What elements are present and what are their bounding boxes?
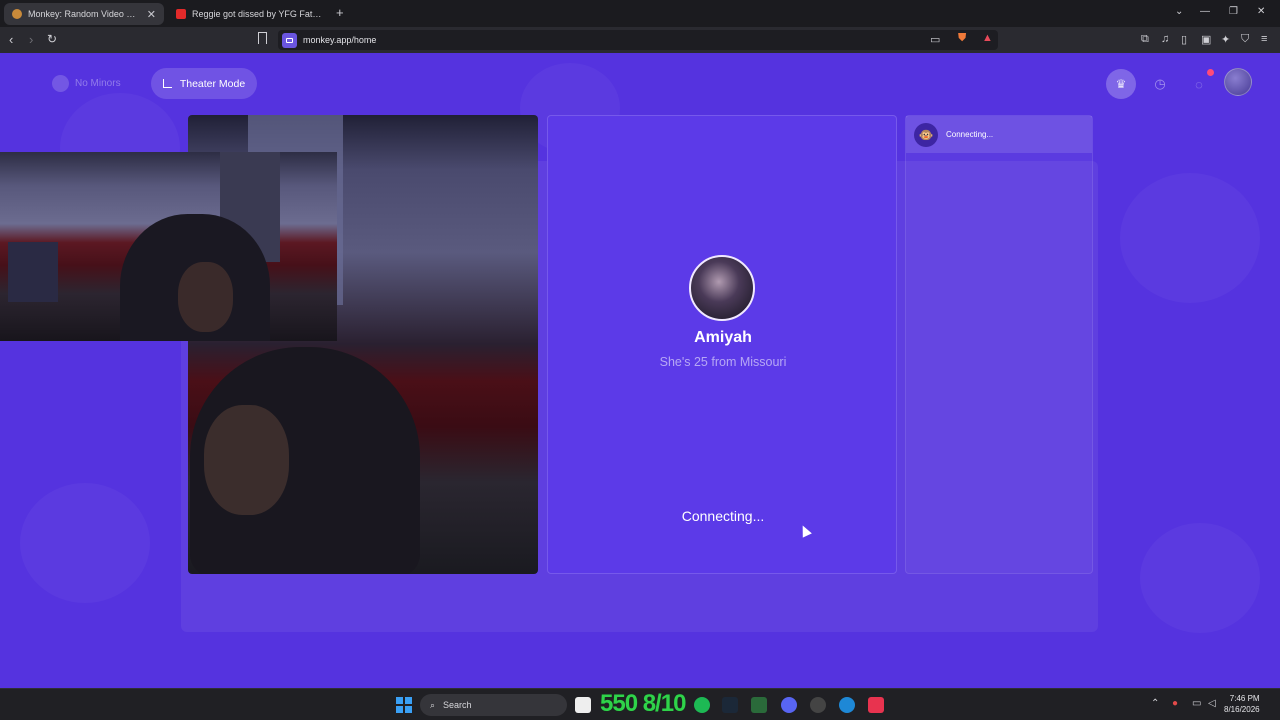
tab-title: Monkey: Random Video Chat [28, 9, 141, 19]
browser-tab-strip: Monkey: Random Video Chat ✕ Reggie got d… [0, 0, 1280, 27]
tab-title: Reggie got dissed by YFG Fatso 😂😂 [192, 8, 325, 19]
discord-icon[interactable] [781, 697, 797, 713]
reload-icon[interactable]: ↻ [47, 32, 57, 46]
tab-youtube[interactable]: Reggie got dissed by YFG Fatso 😂😂 [168, 3, 333, 25]
clock-date: 8/16/2026 [1224, 705, 1260, 714]
youtube-favicon-icon [176, 9, 186, 19]
taskbar-search[interactable]: ⌕ Search [420, 694, 567, 716]
maximize-icon[interactable]: ❐ [1229, 6, 1238, 17]
windows-start-icon[interactable] [396, 697, 412, 713]
browser-toolbar: ‹ › ↻ monkey.app/home ▭ ⛊ ▲ ⧉ ♫ ▯ ▣ ✦ ⛉ … [0, 27, 1280, 53]
address-bar[interactable]: monkey.app/home [278, 30, 998, 50]
media-icon[interactable]: ♫ [1161, 33, 1169, 45]
cast-icon[interactable]: ▭ [930, 33, 940, 46]
volume-icon[interactable]: ◁ [1208, 698, 1216, 709]
stranger-description: She's 25 from Missouri [659, 355, 787, 369]
leo-ai-icon[interactable]: ✦ [1221, 33, 1230, 46]
show-hidden-icons[interactable]: ⌃ [1151, 698, 1159, 709]
connecting-status: Connecting... [681, 508, 765, 524]
new-tab-button[interactable]: + [336, 5, 344, 20]
stranger-avatar [689, 255, 755, 321]
search-icon: ⌕ [430, 699, 436, 710]
person-face [178, 262, 233, 332]
windows-taskbar: ⌕ Search 550 8/10 ⌃ ● ▭ ◁ 7:46 PM 8/16/2… [0, 688, 1280, 720]
site-info-icon[interactable] [282, 32, 297, 48]
webcam-overlay [0, 152, 337, 341]
vpn-icon[interactable]: ⛉ [1241, 33, 1249, 46]
monkey-favicon-icon [12, 9, 22, 19]
tab-monkey[interactable]: Monkey: Random Video Chat ✕ [4, 3, 164, 25]
obs-icon[interactable] [810, 697, 826, 713]
tiktok-icon[interactable] [868, 697, 884, 713]
chat-status-text: Connecting... [946, 130, 994, 139]
person-face [204, 405, 289, 515]
forward-icon[interactable]: › [29, 32, 33, 47]
shield-icon [52, 74, 69, 92]
network-icon[interactable]: ▭ [1192, 698, 1201, 709]
monkey-icon: 🐵 [914, 122, 938, 147]
sidebar-icon[interactable]: ▯ [1181, 33, 1187, 46]
edge-icon[interactable] [839, 697, 855, 713]
minimize-icon[interactable]: — [1200, 6, 1210, 17]
no-minors-toggle[interactable]: No Minors [44, 68, 129, 98]
youtube-app-icon[interactable] [575, 697, 591, 713]
microphone-icon[interactable]: ● [1172, 698, 1178, 709]
theater-mode-button[interactable]: Theater Mode [151, 68, 257, 99]
back-icon[interactable]: ‹ [9, 32, 13, 47]
background-blob [1140, 523, 1260, 633]
bookmark-icon[interactable] [258, 32, 267, 44]
chevron-down-icon[interactable]: ⌄ [1175, 6, 1183, 17]
stranger-panel: Amiyah She's 25 from Missouri Connecting… [547, 115, 897, 574]
chat-panel: 🐵 Connecting... [905, 115, 1093, 574]
brave-shield-icon[interactable]: ⛊ [958, 32, 966, 45]
stream-overlay-counter: 550 8/10 [600, 690, 686, 717]
background-blob [1120, 173, 1260, 303]
background-shelf [8, 242, 58, 302]
close-tab-icon[interactable]: ✕ [147, 8, 156, 21]
taskbar-clock[interactable]: 7:46 PM 8/16/2026 [1224, 693, 1260, 715]
extensions-icon[interactable]: ⧉ [1141, 33, 1149, 46]
user-avatar[interactable] [1224, 68, 1252, 96]
notification-badge [1207, 69, 1214, 76]
no-minors-label: No Minors [75, 77, 121, 89]
url-text: monkey.app/home [303, 35, 377, 45]
history-icon[interactable]: ◷ [1145, 69, 1175, 99]
clock-time: 7:46 PM [1229, 694, 1260, 703]
theater-mode-label: Theater Mode [179, 77, 246, 90]
spotify-icon[interactable] [694, 697, 710, 713]
stranger-name: Amiyah [694, 329, 752, 346]
chat-status-row: 🐵 Connecting... [906, 116, 1092, 153]
excel-icon[interactable] [751, 697, 767, 713]
menu-icon[interactable]: ≡ [1261, 33, 1267, 45]
wallet-icon[interactable]: ▣ [1201, 33, 1211, 46]
expand-icon [162, 79, 172, 88]
steam-icon[interactable] [722, 697, 738, 713]
background-blob [20, 483, 150, 603]
brave-rewards-icon[interactable]: ▲ [982, 32, 993, 44]
close-window-icon[interactable]: ✕ [1257, 6, 1265, 17]
crown-icon[interactable]: ♛ [1106, 69, 1136, 99]
search-label: Search [443, 700, 472, 710]
